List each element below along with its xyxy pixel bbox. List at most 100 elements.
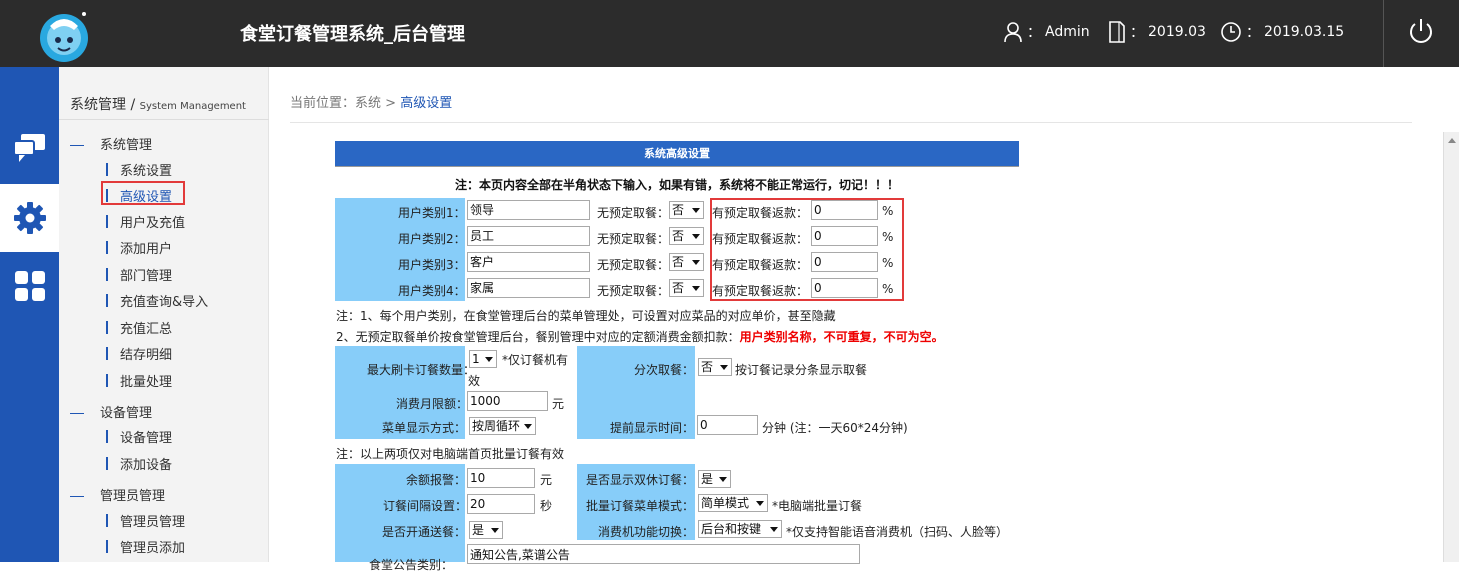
- topbar-divider: [1383, 0, 1384, 67]
- nav-item-label: 充值汇总: [120, 322, 173, 337]
- date-info: ： 2019.03.15: [1220, 19, 1344, 45]
- nav-item-device-management[interactable]: 设备管理: [106, 427, 172, 446]
- nav-item-system-settings[interactable]: 系统设置: [106, 160, 172, 179]
- notice-type-textarea[interactable]: 通知公告,菜谱公告: [467, 544, 860, 564]
- clock-icon: [1221, 22, 1241, 42]
- split-pickup-select[interactable]: 否: [698, 358, 732, 376]
- device-mode-select[interactable]: 后台和按键: [698, 520, 782, 538]
- bar-icon: [106, 163, 108, 176]
- dash-icon: [70, 145, 84, 146]
- nav-item-recharge-query[interactable]: 充值查询&导入: [106, 291, 208, 310]
- chat-icon: [12, 134, 45, 162]
- nav-group-label: 管理员管理: [100, 489, 166, 504]
- dash-icon: [70, 496, 84, 497]
- advance-time-label: 提前显示时间：: [610, 421, 695, 435]
- nav-group-label: 系统管理: [100, 138, 153, 153]
- rail-apps-button[interactable]: [0, 252, 59, 320]
- gear-icon: [13, 202, 46, 234]
- nav-group-system[interactable]: 系统管理: [70, 134, 152, 153]
- warning-text: 注：本页内容全部在半角状态下输入，如果有错，系统将不能正常运行，切记！！！: [454, 178, 899, 192]
- nav-item-add-user[interactable]: 添加用户: [106, 238, 172, 257]
- sidenav-subtitle: System Management: [139, 101, 246, 112]
- user-type-4-input[interactable]: 家属: [467, 278, 590, 298]
- vertical-scrollbar[interactable]: [1443, 132, 1459, 562]
- monthly-limit-input[interactable]: 1000: [467, 391, 548, 411]
- no-booking-select-2[interactable]: 否: [669, 227, 704, 245]
- no-booking-label: 无预定取餐：: [597, 232, 670, 246]
- monthly-limit-label: 消费月限额：: [396, 397, 469, 411]
- device-mode-note: *仅支持智能语音消费机（扫码、人脸等）: [786, 525, 1009, 539]
- nav-item-label: 添加用户: [120, 242, 173, 257]
- nav-group-admins[interactable]: 管理员管理: [70, 485, 165, 504]
- user-info: ： Admin: [1003, 19, 1090, 45]
- scroll-up-icon[interactable]: [1448, 138, 1456, 143]
- document-icon: [1109, 21, 1125, 43]
- nav-item-admin-management[interactable]: 管理员管理: [106, 511, 185, 530]
- max-card-select[interactable]: 1: [469, 350, 497, 368]
- breadcrumb: 当前位置：系统 > 高级设置: [290, 92, 452, 111]
- bar-icon: [106, 215, 108, 228]
- period-value: 2019.03: [1148, 24, 1206, 40]
- batch-menu-select[interactable]: 简单模式: [698, 494, 768, 512]
- balance-alert-input[interactable]: 10: [467, 468, 535, 488]
- notice-type-label: 食堂公告类别：: [369, 558, 454, 572]
- nav-item-recharge-summary[interactable]: 充值汇总: [106, 318, 172, 337]
- dash-icon: [70, 413, 84, 414]
- user-type-label: 用户类别1：: [398, 206, 466, 220]
- no-booking-select-1[interactable]: 否: [669, 201, 704, 219]
- nav-item-label: 批量处理: [120, 375, 173, 390]
- power-icon: [1410, 19, 1432, 43]
- user-type-2-input[interactable]: 员工: [467, 226, 590, 246]
- period-info: ： 2019.03: [1108, 19, 1206, 45]
- user-prefix: ：: [1027, 25, 1041, 41]
- max-card-note-line1: *仅订餐机有: [502, 353, 569, 367]
- bar-icon: [106, 457, 108, 470]
- nav-item-label: 充值查询&导入: [120, 295, 209, 310]
- sidenav-title-text: 系统管理: [70, 97, 126, 113]
- bar-icon: [106, 347, 108, 360]
- bar-icon: [106, 540, 108, 553]
- balance-alert-label: 余额报警：: [406, 473, 467, 487]
- nav-item-label: 系统设置: [120, 164, 173, 179]
- device-mode-label: 消费机功能切换：: [598, 525, 695, 539]
- breadcrumb-prefix[interactable]: 当前位置：系统: [290, 96, 381, 111]
- power-button[interactable]: [1405, 16, 1437, 48]
- sidenav-title: 系统管理 / System Management: [70, 94, 246, 114]
- split-pickup-label: 分次取餐：: [634, 363, 695, 377]
- advance-time-note: 分钟 (注：一天60*24分钟): [762, 421, 908, 435]
- max-card-label: 最大刷卡订餐数量：: [367, 363, 476, 377]
- rail-chat-button[interactable]: [0, 114, 59, 182]
- rail-settings-button[interactable]: [0, 184, 59, 252]
- nav-item-balance-detail[interactable]: 结存明细: [106, 344, 172, 363]
- no-booking-select-3[interactable]: 否: [669, 253, 704, 271]
- bar-icon: [106, 374, 108, 387]
- user-type-3-input[interactable]: 客户: [467, 252, 590, 272]
- max-card-note-line2: 效: [468, 374, 481, 388]
- nav-item-label: 添加设备: [120, 458, 173, 473]
- bar-icon: [106, 241, 108, 254]
- nav-item-batch-process[interactable]: 批量处理: [106, 371, 172, 390]
- nav-item-label: 部门管理: [120, 269, 173, 284]
- nav-item-add-device[interactable]: 添加设备: [106, 454, 172, 473]
- refund-highlight-box: [710, 198, 904, 301]
- breadcrumb-divider: [290, 122, 1412, 123]
- icon-rail: [0, 67, 59, 562]
- date-value: 2019.03.15: [1264, 24, 1345, 40]
- advance-time-input[interactable]: 0: [697, 415, 758, 435]
- menu-mode-select[interactable]: 按周循环: [469, 417, 536, 435]
- note-3: 注：以上两项仅对电脑端首页批量订餐有效: [336, 447, 565, 461]
- nav-item-label: 结存明细: [120, 348, 173, 363]
- split-pickup-note: 按订餐记录分条显示取餐: [735, 363, 868, 377]
- user-type-1-input[interactable]: 领导: [467, 200, 590, 220]
- nav-item-label: 设备管理: [120, 431, 173, 446]
- nav-item-users-recharge[interactable]: 用户及充值: [106, 212, 185, 231]
- delivery-select[interactable]: 是: [469, 521, 503, 539]
- order-interval-input[interactable]: 20: [467, 494, 535, 514]
- no-booking-select-4[interactable]: 否: [669, 279, 704, 297]
- bar-icon: [106, 294, 108, 307]
- nav-group-devices[interactable]: 设备管理: [70, 402, 152, 421]
- nav-item-add-admin[interactable]: 管理员添加: [106, 537, 185, 556]
- menu-mode-label: 菜单显示方式：: [382, 421, 467, 435]
- nav-item-departments[interactable]: 部门管理: [106, 265, 172, 284]
- weekend-order-select[interactable]: 是: [698, 470, 731, 488]
